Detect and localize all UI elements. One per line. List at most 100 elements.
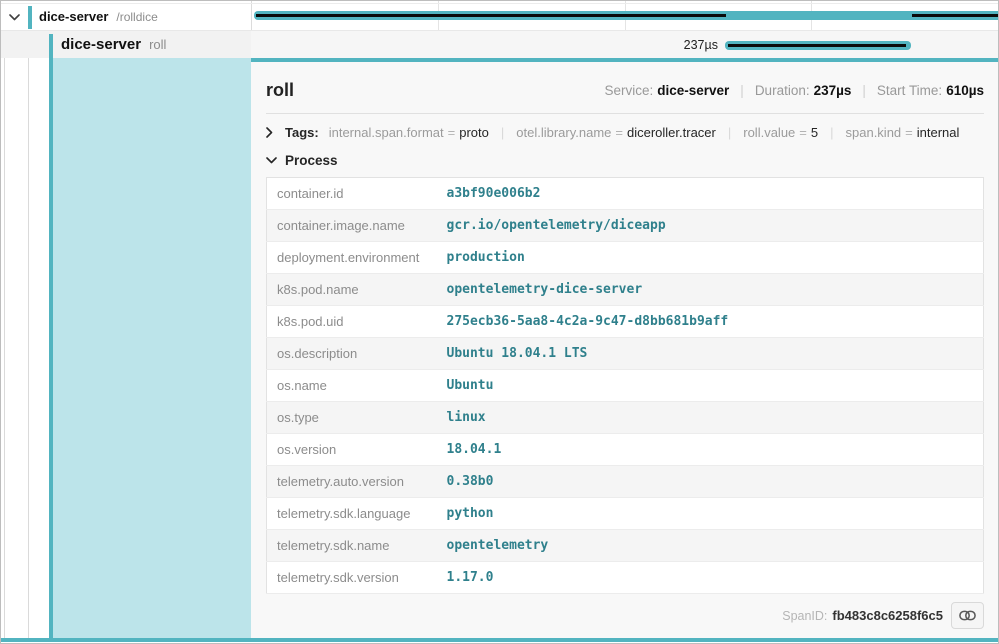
process-value: linux (437, 402, 984, 434)
process-value: 1.17.0 (437, 562, 984, 594)
table-row: os.descriptionUbuntu 18.04.1 LTS (267, 338, 984, 370)
tag-value: diceroller.tracer (627, 125, 716, 140)
indent-guide (4, 58, 5, 638)
equals-sign: = (905, 125, 913, 140)
process-key: telemetry.sdk.version (267, 562, 437, 594)
table-row: telemetry.sdk.nameopentelemetry (267, 530, 984, 562)
span-timeline-cell: 237µs (252, 31, 998, 58)
process-key: k8s.pod.uid (267, 306, 437, 338)
chevron-down-icon (266, 157, 278, 164)
critical-path-segment (912, 14, 998, 17)
process-key: telemetry.sdk.name (267, 530, 437, 562)
process-value: 275ecb36-5aa8-4c2a-9c47-d8bb681b9aff (437, 306, 984, 338)
indent-guide (28, 58, 29, 638)
span-overview: Service:dice-server|Duration:237µs|Start… (604, 83, 984, 98)
service-label: Service: (604, 83, 653, 98)
start-time-value: 610µs (946, 83, 984, 98)
span-detail-row: roll Service:dice-server|Duration:237µs|… (1, 58, 998, 638)
equals-sign: = (615, 125, 623, 140)
span-detail-footer: SpanID: fb483c8c6258f6c5 (266, 594, 984, 638)
process-key: os.description (267, 338, 437, 370)
table-row: telemetry.sdk.languagepython (267, 498, 984, 530)
trace-timeline: dice-server/rolldice dice-server roll 237… (1, 1, 998, 58)
span-row-roll-selected[interactable]: dice-server roll 237µs (1, 30, 998, 58)
span-color-bar (28, 6, 32, 29)
separator: | (740, 83, 744, 98)
process-key: container.image.name (267, 210, 437, 242)
table-row: os.typelinux (267, 402, 984, 434)
process-value: 18.04.1 (437, 434, 984, 466)
process-value: production (437, 242, 984, 274)
process-value: Ubuntu 18.04.1 LTS (437, 338, 984, 370)
table-row: deployment.environmentproduction (267, 242, 984, 274)
tag-item: internal.span.format =proto (329, 125, 489, 140)
process-value: 0.38b0 (437, 466, 984, 498)
process-value: opentelemetry-dice-server (437, 274, 984, 306)
jaeger-trace-view: dice-server/rolldice dice-server roll 237… (0, 0, 999, 644)
operation-name: roll (149, 37, 166, 52)
process-value: a3bf90e006b2 (437, 178, 984, 210)
tag-key: otel.library.name (516, 125, 611, 140)
tag-value: internal (917, 125, 960, 140)
tags-section-toggle[interactable]: Tags: internal.span.format=proto | otel.… (266, 114, 984, 149)
process-section-toggle[interactable]: Process (266, 149, 984, 177)
tag-item: otel.library.name = diceroller.tracer (516, 125, 716, 140)
operation-name: /rolldice (116, 10, 157, 24)
process-key: telemetry.sdk.language (267, 498, 437, 530)
process-key: os.type (267, 402, 437, 434)
table-row: k8s.pod.uid275ecb36-5aa8-4c2a-9c47-d8bb6… (267, 306, 984, 338)
tag-value: proto (459, 125, 489, 140)
process-value: python (437, 498, 984, 530)
table-row: telemetry.sdk.version1.17.0 (267, 562, 984, 594)
tags-section-label: Tags: (285, 125, 319, 140)
span-row-rolldice[interactable]: dice-server/rolldice (1, 3, 998, 30)
process-value: gcr.io/opentelemetry/diceapp (437, 210, 984, 242)
tag-key: span.kind (846, 125, 902, 140)
table-row: container.image.namegcr.io/opentelemetry… (267, 210, 984, 242)
process-key: k8s.pod.name (267, 274, 437, 306)
service-value: dice-server (657, 83, 729, 98)
span-timeline-cell (252, 4, 998, 30)
adjacent-span-bar (1, 638, 998, 642)
tag-value: 5 (811, 125, 818, 140)
tag-item: roll.value = 5 (743, 125, 818, 140)
process-key-value-table: container.ida3bf90e006b2 container.image… (266, 177, 984, 594)
equals-sign: = (448, 125, 456, 140)
span-bar-roll[interactable] (725, 41, 911, 50)
process-value: opentelemetry (437, 530, 984, 562)
start-time-label: Start Time: (877, 83, 942, 98)
table-row: os.version18.04.1 (267, 434, 984, 466)
spanid-label: SpanID: (782, 609, 827, 623)
process-value: Ubuntu (437, 370, 984, 402)
separator: | (830, 125, 833, 140)
table-row: os.nameUbuntu (267, 370, 984, 402)
link-icon (959, 610, 976, 621)
span-bar-rolldice[interactable] (254, 11, 998, 20)
span-color-bar (49, 34, 53, 59)
critical-path-segment (728, 44, 906, 47)
duration-value: 237µs (814, 83, 852, 98)
tag-key: internal.span.format (329, 125, 444, 140)
separator: | (862, 83, 866, 98)
tag-item: span.kind= internal (846, 125, 960, 140)
process-key: container.id (267, 178, 437, 210)
table-row: telemetry.auto.version0.38b0 (267, 466, 984, 498)
spanid-value: fb483c8c6258f6c5 (832, 608, 943, 623)
equals-sign: = (799, 125, 807, 140)
span-name-column[interactable]: dice-server roll (1, 31, 251, 58)
collapse-chevron-icon[interactable] (8, 11, 20, 23)
span-detail-panel: roll Service:dice-server|Duration:237µs|… (251, 58, 998, 638)
tag-key: roll.value (743, 125, 795, 140)
deep-link-button[interactable] (951, 602, 984, 629)
separator: | (501, 125, 504, 140)
critical-path-segment (256, 14, 726, 17)
selected-span-tint (53, 58, 251, 638)
table-row: container.ida3bf90e006b2 (267, 178, 984, 210)
separator: | (728, 125, 731, 140)
process-key: deployment.environment (267, 242, 437, 274)
service-name: dice-server (61, 36, 141, 53)
process-key: os.name (267, 370, 437, 402)
span-duration-label: 237µs (684, 38, 718, 52)
span-name-column[interactable]: dice-server/rolldice (1, 4, 251, 30)
service-name: dice-server (39, 9, 108, 24)
